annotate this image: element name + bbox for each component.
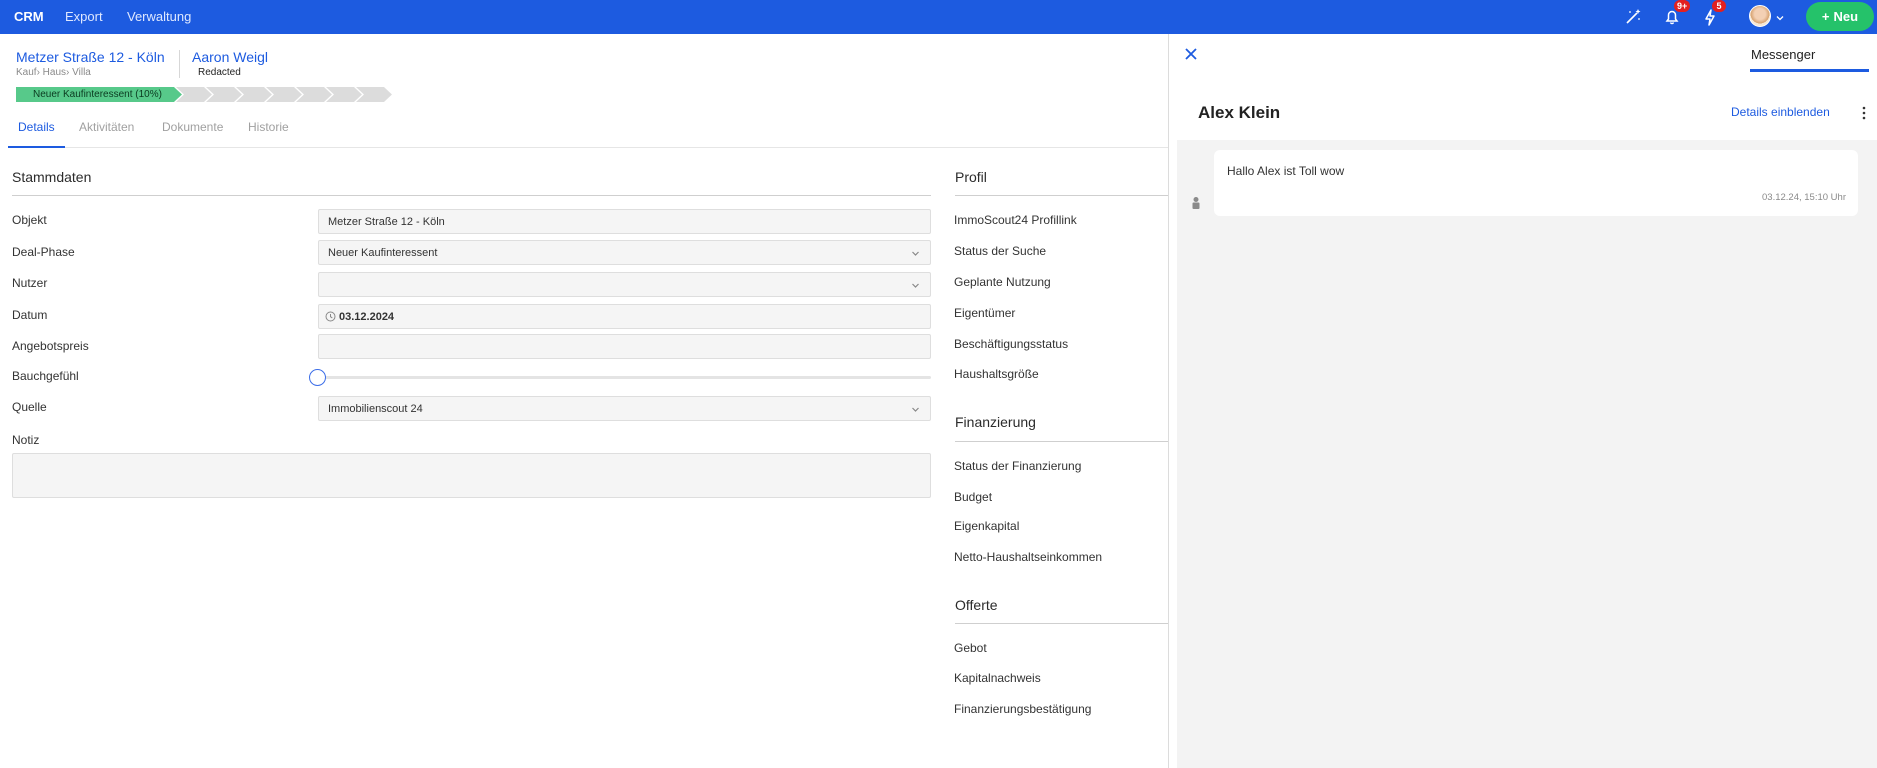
offerte-item-kapitalnachweis: Kapitalnachweis: [954, 671, 1041, 685]
nutzer-label: Nutzer: [12, 276, 48, 290]
tab-historie[interactable]: Historie: [248, 120, 289, 134]
quelle-value: Immobilienscout 24: [328, 402, 423, 415]
profil-item-eigentuemer: Eigentümer: [954, 306, 1016, 320]
profil-heading: Profil: [955, 169, 987, 185]
profil-item-nutzung: Geplante Nutzung: [954, 275, 1051, 289]
chat-area[interactable]: Hallo Alex ist Toll wow 03.12.24, 15:10 …: [1177, 140, 1877, 768]
bauchgefuehl-label: Bauchgefühl: [12, 369, 79, 383]
objekt-label: Objekt: [12, 213, 47, 227]
details-einblenden-link[interactable]: Details einblenden: [1731, 105, 1830, 119]
contact-name-link[interactable]: Aaron Weigl: [192, 49, 268, 65]
finanzierung-divider: [955, 441, 1168, 442]
offerte-heading: Offerte: [955, 597, 998, 613]
notiz-label: Notiz: [12, 433, 40, 447]
stammdaten-heading: Stammdaten: [12, 169, 92, 185]
datum-picker[interactable]: 03.12.2024: [318, 304, 931, 329]
messenger-panel: Messenger Alex Klein Details einblenden …: [1169, 34, 1877, 768]
objekt-field[interactable]: Metzer Straße 12 - Köln: [318, 209, 931, 234]
sender-icon: [1191, 196, 1201, 210]
deal-phase-value: Neuer Kaufinteressent: [328, 246, 438, 259]
tab-details[interactable]: Details: [18, 120, 55, 134]
chevron-down-icon: [911, 249, 920, 258]
finanzierung-heading: Finanzierung: [955, 414, 1036, 430]
notifications-badge: 9+: [1674, 0, 1691, 12]
quelle-select[interactable]: Immobilienscout 24: [318, 396, 931, 421]
close-icon[interactable]: [1184, 47, 1198, 61]
active-tab-indicator: [8, 146, 65, 148]
detail-tabs: Details Aktivitäten Dokumente Historie: [8, 117, 1168, 148]
top-navigation-bar: CRM Export Verwaltung 9+ 5 + Neu: [0, 0, 1877, 34]
bauchgefuehl-slider-handle[interactable]: [309, 369, 326, 386]
bell-icon[interactable]: 9+: [1661, 0, 1691, 28]
pipeline-stage-active[interactable]: Neuer Kaufinteressent (10%): [16, 87, 182, 102]
deal-pipeline: Neuer Kaufinteressent (10%): [16, 87, 392, 102]
tab-dokumente[interactable]: Dokumente: [162, 120, 223, 134]
finanzierung-item-eigenkapital: Eigenkapital: [954, 519, 1020, 533]
new-button-label: Neu: [1833, 9, 1859, 24]
contact-subtitle: Redacted: [198, 67, 241, 78]
offerte-item-finanzierungsbestaetigung: Finanzierungsbestätigung: [954, 702, 1092, 716]
profil-divider: [955, 195, 1168, 196]
magic-wand-icon[interactable]: [1622, 6, 1644, 28]
deal-phase-label: Deal-Phase: [12, 245, 75, 259]
new-button[interactable]: + Neu: [1806, 2, 1874, 31]
tab-messenger[interactable]: Messenger: [1751, 47, 1815, 62]
angebotspreis-input[interactable]: [318, 334, 931, 359]
active-tab-indicator: [1750, 69, 1869, 72]
lightning-icon[interactable]: 5: [1699, 0, 1726, 28]
property-title-link[interactable]: Metzer Straße 12 - Köln: [16, 49, 165, 65]
deal-phase-select[interactable]: Neuer Kaufinteressent: [318, 240, 931, 265]
finanzierung-item-status: Status der Finanzierung: [954, 459, 1082, 473]
offerte-divider: [955, 623, 1168, 624]
stammdaten-divider: [12, 195, 931, 196]
tab-aktivitaeten[interactable]: Aktivitäten: [79, 120, 134, 134]
offerte-item-gebot: Gebot: [954, 641, 987, 655]
chevron-down-icon[interactable]: [1775, 10, 1785, 21]
user-avatar[interactable]: [1749, 5, 1771, 27]
datum-label: Datum: [12, 308, 48, 322]
plus-icon: +: [1821, 9, 1830, 24]
activity-badge: 5: [1712, 0, 1726, 12]
header-divider: [179, 50, 180, 78]
nav-verwaltung[interactable]: Verwaltung: [127, 9, 191, 24]
quelle-label: Quelle: [12, 400, 47, 414]
nutzer-select[interactable]: [318, 272, 931, 297]
more-options-icon[interactable]: [1862, 105, 1866, 121]
messenger-contact-name: Alex Klein: [1198, 103, 1281, 122]
message-text: Hallo Alex ist Toll wow: [1227, 164, 1345, 178]
notiz-textarea[interactable]: [12, 453, 931, 498]
clock-icon: [325, 311, 336, 322]
objekt-value: Metzer Straße 12 - Köln: [328, 215, 445, 228]
bauchgefuehl-slider-track[interactable]: [318, 376, 931, 379]
chevron-down-icon: [911, 405, 920, 414]
message-timestamp: 03.12.24, 15:10 Uhr: [1762, 192, 1846, 203]
angebotspreis-label: Angebotspreis: [12, 339, 89, 353]
nav-export[interactable]: Export: [65, 9, 103, 24]
finanzierung-item-einkommen: Netto-Haushaltseinkommen: [954, 550, 1103, 564]
nav-crm[interactable]: CRM: [14, 9, 44, 24]
profil-item-profillink: ImmoScout24 Profillink: [954, 213, 1077, 227]
datum-value: 03.12.2024: [339, 310, 395, 323]
chevron-down-icon: [911, 281, 920, 290]
profil-item-haushaltsgroesse: Haushaltsgröße: [954, 367, 1039, 381]
finanzierung-item-budget: Budget: [954, 490, 993, 504]
profil-item-beschaeftigung: Beschäftigungsstatus: [954, 337, 1069, 351]
profil-item-status-suche: Status der Suche: [954, 244, 1047, 258]
message-bubble: Hallo Alex ist Toll wow 03.12.24, 15:10 …: [1214, 150, 1858, 216]
breadcrumb: Kauf› Haus› Villa: [16, 67, 91, 78]
